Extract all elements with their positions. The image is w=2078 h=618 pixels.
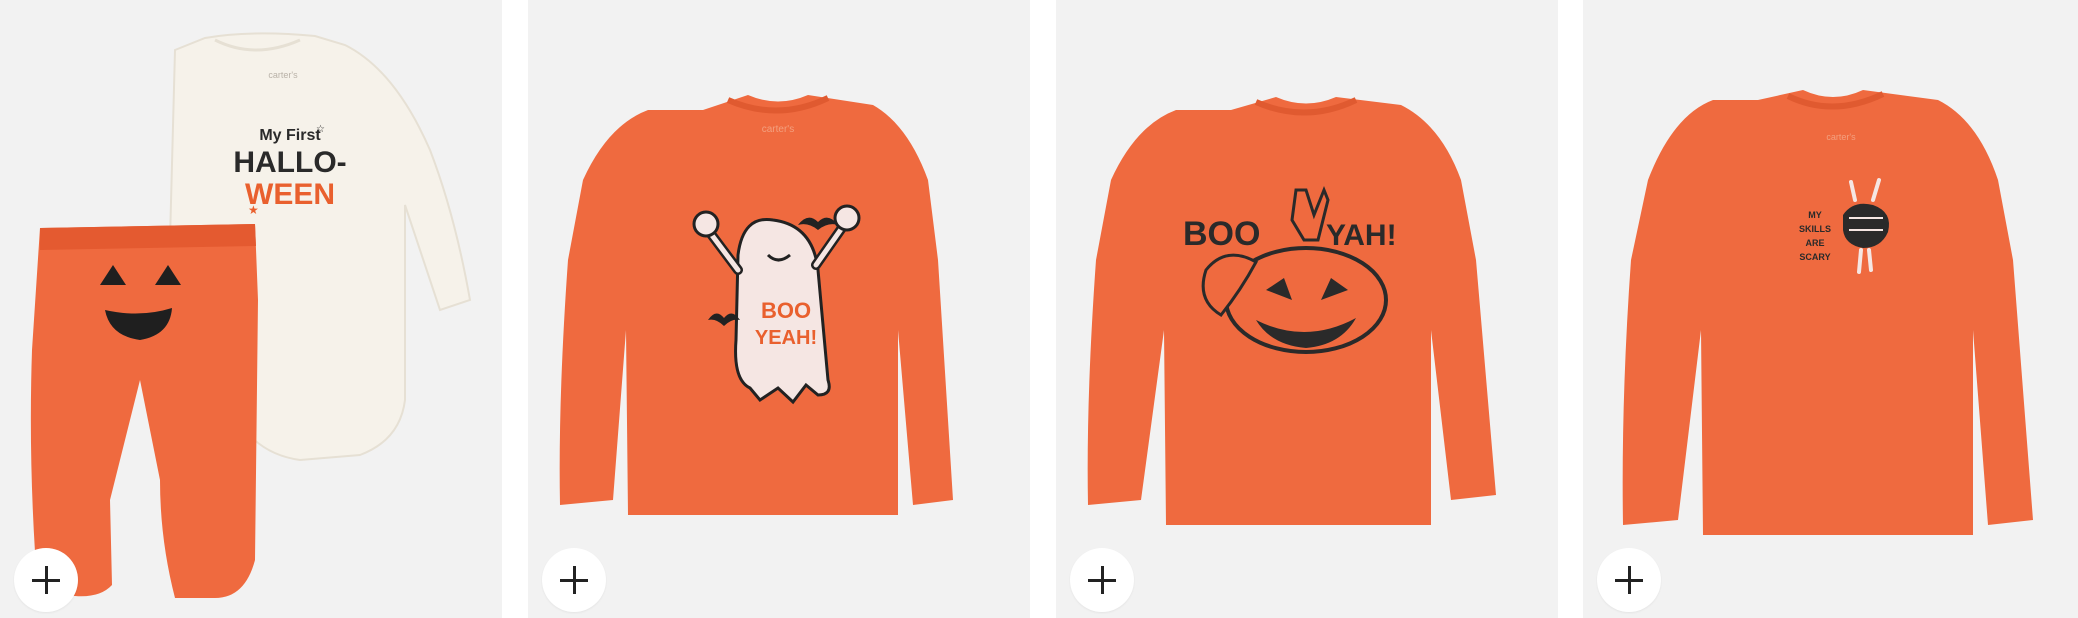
product-card-boo-yah-tee[interactable]: BOO YAH! (1056, 0, 1558, 618)
product-card-my-skills-are-scary-tee[interactable]: carter's MY SKILLS ARE SCARY (1583, 0, 2078, 618)
product-image-boo-yeah-tee[interactable]: carter's BOO YEAH! (528, 0, 1030, 618)
print-line-2: YEAH! (755, 327, 817, 349)
product-grid: carter's My First HALLO- WEEN ★ ☆ carter… (0, 0, 2078, 618)
product-card-halloween-bodysuit-set[interactable]: carter's My First HALLO- WEEN ★ ☆ (0, 0, 502, 618)
add-to-bag-button[interactable] (1597, 548, 1661, 612)
product-image-bodysuit-set[interactable]: carter's My First HALLO- WEEN ★ ☆ (0, 0, 502, 618)
brand-tag: carter's (762, 124, 794, 135)
plus-icon (560, 566, 588, 594)
print-line-1: MY (1808, 210, 1822, 220)
print-line-1: My First (259, 127, 321, 144)
print-line-2: SKILLS (1799, 224, 1831, 234)
brand-tag: carter's (268, 70, 298, 80)
print-line-4: SCARY (1799, 252, 1830, 262)
add-to-bag-button[interactable] (542, 548, 606, 612)
add-to-bag-button[interactable] (14, 548, 78, 612)
add-to-bag-button[interactable] (1070, 548, 1134, 612)
product-card-boo-yeah-tee[interactable]: carter's BOO YEAH! (528, 0, 1030, 618)
plus-icon (1615, 566, 1643, 594)
plus-icon (1088, 566, 1116, 594)
brand-tag: carter's (1826, 132, 1856, 142)
print-line-3: ARE (1805, 238, 1824, 248)
product-image-my-skills-tee[interactable]: carter's MY SKILLS ARE SCARY (1583, 0, 2078, 618)
print-line-1: BOO (1183, 215, 1260, 253)
star-icon: ☆ (316, 124, 325, 135)
star-icon: ★ (248, 203, 259, 217)
print-line-1: BOO (761, 298, 811, 323)
print-line-2: HALLO- (233, 146, 346, 179)
product-image-boo-yah-tee[interactable]: BOO YAH! (1056, 0, 1558, 618)
print-line-2: YAH! (1326, 219, 1397, 252)
plus-icon (32, 566, 60, 594)
